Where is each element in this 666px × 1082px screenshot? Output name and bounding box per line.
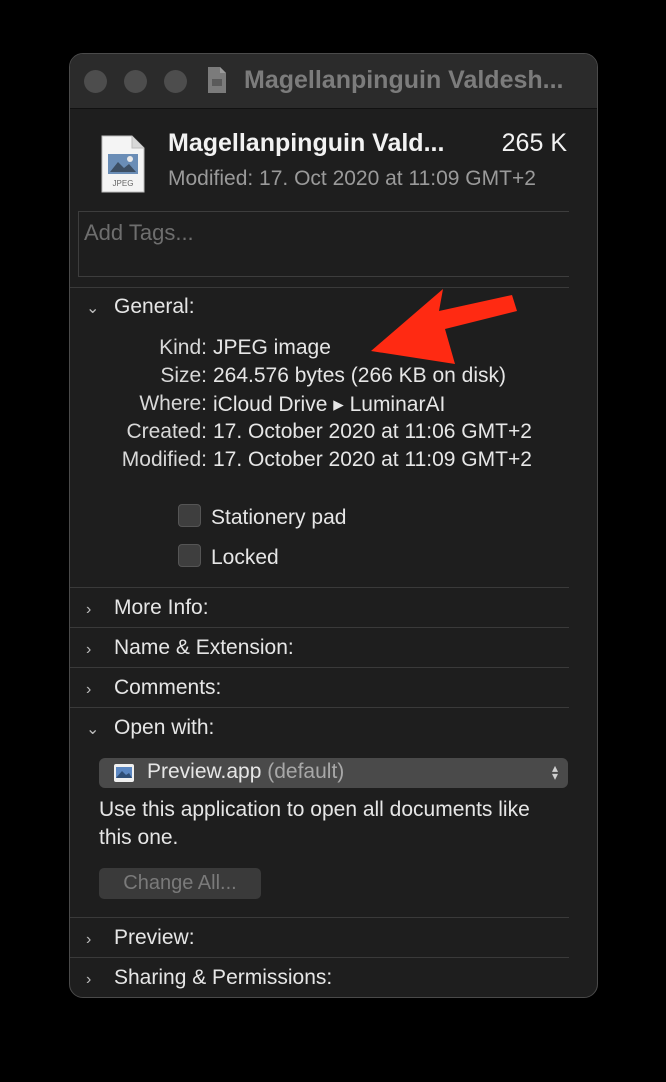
section-open-with-label: Open with: xyxy=(114,716,215,739)
icon-type-label: JPEG xyxy=(113,179,134,188)
info-row-size: Size: 264.576 bytes (266 KB on disk) xyxy=(70,364,569,392)
checkbox-box[interactable] xyxy=(178,544,201,567)
kind-label: Kind: xyxy=(159,336,207,359)
tags-field[interactable]: Add Tags... xyxy=(78,211,569,277)
info-window: Magellanpinguin Valdesh... JPEG Magellan… xyxy=(69,53,598,998)
size-value: 264.576 bytes (266 KB on disk) xyxy=(213,364,507,387)
section-sharing-permissions[interactable]: › Sharing & Permissions: xyxy=(86,966,332,990)
divider xyxy=(70,957,569,958)
window-title: Magellanpinguin Valdesh... xyxy=(244,66,564,94)
divider xyxy=(70,667,569,668)
info-row-modified: Modified: 17. October 2020 at 11:09 GMT+… xyxy=(70,448,569,476)
minimize-button[interactable] xyxy=(124,70,147,93)
chevron-down-icon: ⌄ xyxy=(86,300,100,317)
tags-placeholder: Add Tags... xyxy=(84,220,194,245)
info-row-created: Created: 17. October 2020 at 11:06 GMT+2 xyxy=(70,420,569,448)
section-preview-label: Preview: xyxy=(114,926,195,949)
open-with-description: Use this application to open all documen… xyxy=(99,798,530,849)
divider xyxy=(70,707,569,708)
stationery-pad-checkbox[interactable]: Stationery pad xyxy=(178,504,346,530)
titlebar: Magellanpinguin Valdesh... xyxy=(70,54,597,109)
checkbox-box[interactable] xyxy=(178,504,201,527)
chevron-right-icon: › xyxy=(86,601,92,618)
stepper-arrows-icon: ▴ ▾ xyxy=(551,761,558,783)
chevron-right-icon: › xyxy=(86,931,92,948)
created-value: 17. October 2020 at 11:06 GMT+2 xyxy=(213,420,532,443)
preview-app-icon xyxy=(114,764,134,782)
zoom-button[interactable] xyxy=(164,70,187,93)
annotation-arrow-icon xyxy=(371,289,517,364)
section-name-extension-label: Name & Extension: xyxy=(114,636,294,659)
modified-value: 17. October 2020 at 11:09 GMT+2 xyxy=(213,448,532,471)
chevron-right-icon: › xyxy=(86,641,92,658)
file-size: 265 K xyxy=(501,129,567,157)
section-comments[interactable]: › Comments: xyxy=(86,676,221,700)
section-general-label: General: xyxy=(114,295,195,318)
open-with-default: (default) xyxy=(267,760,345,783)
kind-value: JPEG image xyxy=(213,336,331,359)
file-modified: Modified: 17. Oct 2020 at 11:09 GMT+2 xyxy=(168,167,536,190)
chevron-right-icon: › xyxy=(86,971,92,988)
divider xyxy=(70,287,569,288)
info-row-where: Where: iCloud Drive ▸ LuminarAI xyxy=(70,392,569,420)
section-name-extension[interactable]: › Name & Extension: xyxy=(86,636,294,660)
open-with-selected: Preview.app (default) xyxy=(147,760,344,784)
document-proxy-icon[interactable] xyxy=(206,66,228,94)
modified-label: Modified: xyxy=(121,448,207,471)
divider xyxy=(70,587,569,588)
change-all-button[interactable]: Change All... xyxy=(99,868,261,899)
locked-checkbox[interactable]: Locked xyxy=(178,544,279,570)
where-label: Where: xyxy=(139,392,207,415)
section-sharing-label: Sharing & Permissions: xyxy=(114,966,333,989)
created-label: Created: xyxy=(126,420,207,443)
jpeg-file-icon: JPEG xyxy=(101,135,145,193)
section-comments-label: Comments: xyxy=(114,676,222,699)
size-label: Size: xyxy=(160,364,207,387)
where-value: iCloud Drive ▸ LuminarAI xyxy=(213,393,446,416)
open-with-popup[interactable]: Preview.app (default) ▴ ▾ xyxy=(99,758,568,788)
locked-label: Locked xyxy=(211,546,279,569)
section-open-with[interactable]: ⌄ Open with: xyxy=(86,716,214,740)
chevron-right-icon: › xyxy=(86,681,92,698)
section-general[interactable]: ⌄ General: xyxy=(86,295,195,319)
divider xyxy=(70,917,569,918)
section-more-info-label: More Info: xyxy=(114,596,209,619)
open-with-app-name: Preview.app xyxy=(147,760,262,783)
close-button[interactable] xyxy=(84,70,107,93)
section-preview[interactable]: › Preview: xyxy=(86,926,195,950)
section-more-info[interactable]: › More Info: xyxy=(86,596,209,620)
divider xyxy=(70,627,569,628)
stationery-pad-label: Stationery pad xyxy=(211,506,347,529)
file-name: Magellanpinguin Vald... xyxy=(168,129,445,157)
chevron-down-icon: ⌄ xyxy=(86,721,100,738)
